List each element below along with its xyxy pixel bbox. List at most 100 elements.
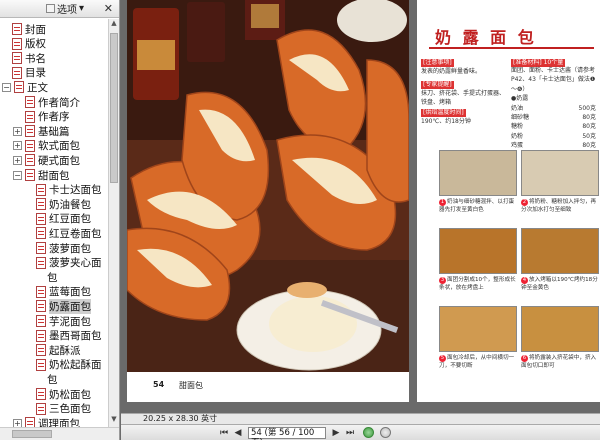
step-text: 面包冷却后，从中间横切一刀，不要切断 <box>439 355 515 369</box>
bookmark-label: 基础篇 <box>38 125 70 138</box>
bookmark-item[interactable]: 奶松起酥面 <box>36 358 102 372</box>
step-text: 将奶粉、糖粉加入拌匀，再分次加水打匀至细致 <box>521 199 597 213</box>
collapse-icon[interactable]: − <box>13 170 22 180</box>
bookmark-item[interactable]: + 调理面包 <box>13 416 80 427</box>
bookmark-item[interactable]: 三色面包 <box>36 402 91 416</box>
bookmark-label: 奶松面包 <box>49 388 91 401</box>
bookmark-label: 软式面包 <box>38 140 80 153</box>
tips-section: [专家提醒] 抹刀、挤花袋、手提式打蛋器、铁盘、烤箱 <box>421 80 507 107</box>
previous-page-button[interactable]: ◀ <box>231 427 245 439</box>
bookmark-icon <box>36 358 46 371</box>
bookmark-item[interactable]: 菠萝面包 <box>36 241 91 255</box>
expand-icon[interactable]: + <box>13 126 22 136</box>
bookmark-icon <box>36 300 46 313</box>
step-number: 4 <box>521 277 528 284</box>
tips-header: [专家提醒] <box>421 81 454 89</box>
bookmark-item[interactable]: 目录 <box>12 66 46 80</box>
collapse-icon[interactable]: − <box>2 82 11 92</box>
expand-icon[interactable]: + <box>13 418 22 427</box>
ingredient-row: 奶粉 50克 <box>511 132 596 141</box>
bookmark-item[interactable]: 奶松面包 <box>36 387 91 401</box>
bookmark-icon <box>12 23 22 35</box>
bookmark-item[interactable]: 包 <box>47 372 58 386</box>
bookmark-item[interactable]: + 基础篇 <box>13 124 70 138</box>
bookmark-icon <box>36 285 46 298</box>
bookmark-item[interactable]: 版权 <box>12 37 46 51</box>
bookmark-vertical-scrollbar[interactable]: ▲ ▼ <box>108 19 119 427</box>
ingredient-name: 糖粉 <box>511 123 524 131</box>
bookmark-item[interactable]: 卡士达面包 <box>36 183 102 197</box>
recipe-step: 4 放入烤箱以190℃烤约18分钟至金黄色 <box>521 228 600 292</box>
options-label: 选项 <box>57 5 77 16</box>
bookmark-item[interactable]: 墨西哥面包 <box>36 329 102 343</box>
bookmark-item[interactable]: 包 <box>47 270 58 284</box>
left-page: 54 甜面包 <box>127 0 409 402</box>
options-menu-button[interactable]: 选项 ▾ <box>46 1 84 16</box>
page-number-field[interactable]: 54 (第 56 / 100 页) <box>248 426 326 440</box>
ingredient-name: 细砂糖 <box>511 114 530 122</box>
bookmark-item[interactable]: 红豆卷面包 <box>36 226 102 240</box>
bookmark-item[interactable]: + 硬式面包 <box>13 153 80 167</box>
bookmark-label: 三色面包 <box>49 403 91 416</box>
bookmark-item[interactable]: 作者简介 <box>25 95 80 109</box>
go-forward-view-icon[interactable] <box>380 427 391 438</box>
bookmark-item[interactable]: 奶露面包 <box>36 298 91 314</box>
bookmark-label: 硬式面包 <box>38 154 80 167</box>
bookmark-label: 正文 <box>27 81 48 94</box>
bookmark-label: 红豆卷面包 <box>49 227 102 240</box>
chevron-down-icon: ▾ <box>79 3 85 14</box>
close-panel-button[interactable]: ✕ <box>104 2 113 15</box>
bookmark-item[interactable]: + 软式面包 <box>13 139 80 153</box>
ingredient-name: 奶粉 <box>511 132 524 140</box>
scrollbar-thumb[interactable] <box>110 33 118 183</box>
bookmark-item[interactable]: 书名 <box>12 51 46 65</box>
expand-icon[interactable]: + <box>13 155 22 165</box>
bookmark-item[interactable]: 奶油餐包 <box>36 197 91 211</box>
left-page-chapter: 甜面包 <box>179 381 203 390</box>
bookmark-item[interactable]: 菠萝夹心面 <box>36 256 102 270</box>
step-number: 1 <box>439 199 446 206</box>
scroll-up-arrow-icon[interactable]: ▲ <box>109 19 119 31</box>
bookmark-item[interactable]: 起酥派 <box>36 343 81 357</box>
bookmark-label: 调理面包 <box>38 417 80 427</box>
horizontal-scrollbar-thumb[interactable] <box>12 430 52 438</box>
bookmark-label: 版权 <box>25 38 46 51</box>
recipe-step: 5 面包冷却后，从中间横切一刀，不要切断 <box>439 306 519 370</box>
bookmark-icon <box>36 183 46 196</box>
last-page-button[interactable]: ⏭ <box>343 427 357 439</box>
bookmark-label: 包 <box>47 373 58 386</box>
bookmark-label: 起酥派 <box>49 344 81 357</box>
bookmark-tree: 封面 版权 书名 目录 − 正文 作者简介 作者序 + 基础篇 + 软式面包 + 硬式面包 − 甜面包 卡士达面… <box>0 19 108 427</box>
bookmark-icon <box>25 169 35 181</box>
page-size-readout: 20.25 x 28.30 英寸 <box>143 414 218 423</box>
step-number: 2 <box>521 199 528 206</box>
bookmark-label: 芋泥面包 <box>49 315 91 328</box>
bookmark-item[interactable]: 红豆面包 <box>36 212 91 226</box>
bookmark-label: 奶松起酥面 <box>49 359 102 372</box>
bookmark-item[interactable]: − 甜面包 <box>13 168 70 182</box>
first-page-button[interactable]: ⏮ <box>217 427 231 439</box>
recipe-step: 2 将奶粉、糖粉加入拌匀，再分次加水打匀至细致 <box>521 150 600 214</box>
bookmark-icon <box>25 96 35 108</box>
bookmark-horizontal-scrollbar[interactable] <box>0 427 119 440</box>
bookmark-label: 红豆面包 <box>49 213 91 226</box>
bookmark-item[interactable]: 芋泥面包 <box>36 314 91 328</box>
scroll-down-arrow-icon[interactable]: ▼ <box>109 415 119 427</box>
step-photo <box>521 306 599 352</box>
navigation-toolbar: ⏮ ◀ 54 (第 56 / 100 页) ▶ ⏭ <box>121 424 600 440</box>
bookmark-item[interactable]: 封面 <box>12 22 46 36</box>
bookmark-item[interactable]: − 正文 <box>2 80 48 94</box>
document-view[interactable]: 54 甜面包 奶 露 面 包 [注意事项] 发表的奶露鲜量香味。 [专家提醒] … <box>121 0 600 424</box>
bookmark-icon <box>36 344 46 357</box>
step-text: 奶油与细砂糖混拌、以打蛋器先打发至黄白色 <box>439 199 515 213</box>
go-back-view-icon[interactable] <box>363 427 374 438</box>
bookmark-item[interactable]: 蓝莓面包 <box>36 285 91 299</box>
ingredient-row: 奶油 500克 <box>511 104 596 113</box>
bookmarks-panel: 选项 ▾ ✕ 封面 版权 书名 目录 − 正文 作者简介 作者序 + 基础篇 + 软式面包 + 硬式面包 −… <box>0 0 120 440</box>
recipe-step: 3 面团分割成10个，整形成长条状，放在烤盘上 <box>439 228 519 292</box>
bookmark-label: 书名 <box>25 52 46 65</box>
bookmark-item[interactable]: 作者序 <box>25 110 70 124</box>
bookmark-icon <box>36 212 46 225</box>
expand-icon[interactable]: + <box>13 141 22 151</box>
next-page-button[interactable]: ▶ <box>329 427 343 439</box>
